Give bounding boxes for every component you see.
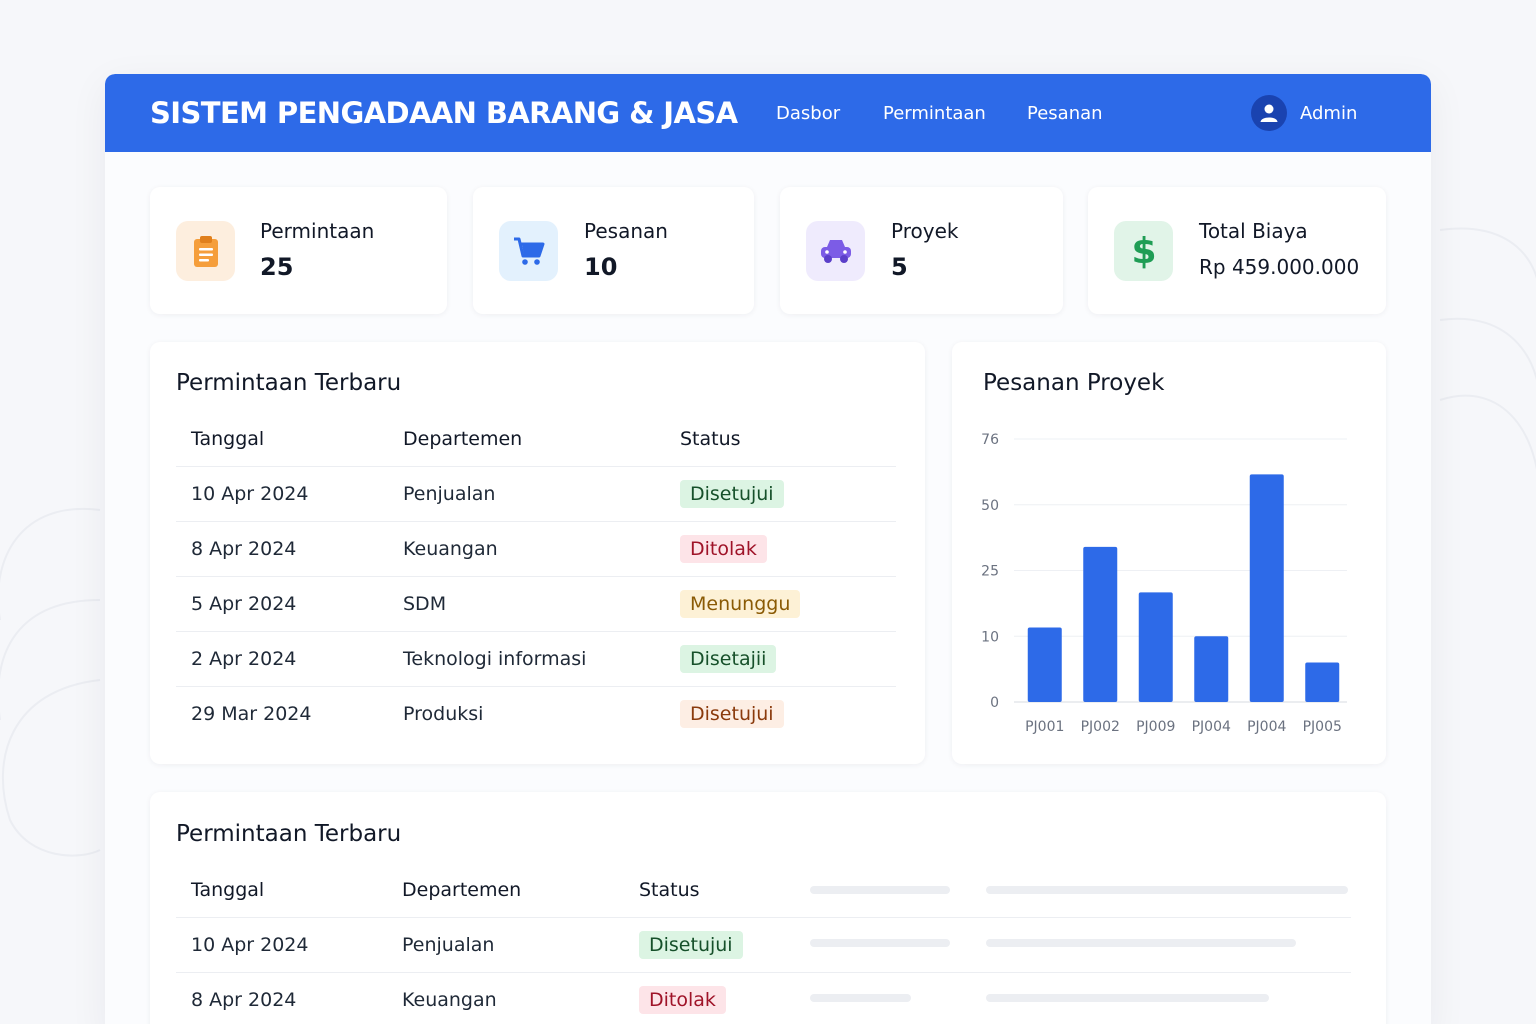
table-row[interactable]: 8 Apr 2024 Keuangan Ditolak (176, 520, 896, 576)
nav-pesanan[interactable]: Pesanan (1027, 103, 1103, 124)
section-title: Permintaan Terbaru (176, 370, 402, 396)
bar[interactable] (1138, 592, 1173, 702)
user-menu[interactable]: Admin (1251, 95, 1357, 131)
app-window: SISTEM PENGADAAN BARANG & JASA Dasbor Pe… (105, 74, 1431, 1024)
recent-requests-card: Permintaan Terbaru Tanggal Departemen St… (150, 342, 925, 764)
y-tick-label: 0 (990, 695, 999, 711)
x-tick-label: PJ005 (1303, 719, 1342, 735)
skeleton-placeholder (810, 939, 950, 947)
stat-value: Rp 459.000.000 (1199, 255, 1360, 279)
stat-value: 25 (260, 253, 294, 281)
cell-status: Disetujui (665, 465, 896, 521)
nav-dasbor[interactable]: Dasbor (776, 103, 840, 124)
status-badge: Disetujui (639, 930, 743, 959)
y-tick-label: 50 (981, 498, 999, 514)
section-title: Permintaan Terbaru (176, 821, 402, 847)
cell-department: Keuangan (388, 520, 665, 576)
x-tick-label: PJ001 (1025, 719, 1064, 735)
bar[interactable] (1194, 636, 1229, 702)
stat-label: Total Biaya (1199, 219, 1308, 243)
table-row[interactable]: 29 Mar 2024 Produksi Disetujui (176, 685, 896, 741)
x-tick-label: PJ004 (1247, 719, 1286, 735)
svg-text:$: $ (1131, 232, 1156, 270)
recent-requests-table: Tanggal Departemen Status 10 Apr 2024 Pe… (176, 412, 896, 741)
bar[interactable] (1083, 546, 1118, 702)
bar[interactable] (1249, 474, 1284, 702)
cell-department: SDM (388, 575, 665, 631)
cell-status: Disetajii (665, 630, 896, 686)
stat-card-permintaan[interactable]: Permintaan 25 (150, 187, 447, 314)
cell-department: Produksi (388, 685, 665, 741)
cell-department: Teknologi informasi (388, 630, 665, 686)
clipboard-icon (176, 221, 235, 281)
nav-permintaan[interactable]: Permintaan (883, 103, 986, 124)
car-icon (806, 221, 865, 281)
cell-status: Disetujui (665, 685, 896, 741)
cell-department: Penjualan (387, 916, 624, 972)
stat-value: 10 (584, 253, 618, 281)
x-tick-label: PJ004 (1192, 719, 1231, 735)
table-row[interactable]: 5 Apr 2024 SDM Menunggu (176, 575, 896, 631)
cell-date: 2 Apr 2024 (176, 630, 388, 686)
skeleton-placeholder (986, 886, 1348, 894)
top-navbar: SISTEM PENGADAAN BARANG & JASA Dasbor Pe… (105, 74, 1431, 152)
cell-department: Penjualan (388, 465, 665, 521)
y-tick-label: 76 (981, 432, 999, 448)
user-name: Admin (1300, 102, 1358, 124)
stat-label: Pesanan (584, 219, 668, 243)
bar[interactable] (1305, 662, 1340, 702)
stat-value: 5 (891, 253, 908, 281)
y-tick-label: 25 (981, 564, 999, 580)
table-row[interactable]: 2 Apr 2024 Teknologi informasi Disetajii (176, 630, 896, 686)
status-badge: Ditolak (680, 534, 767, 563)
user-avatar-icon (1251, 95, 1287, 131)
dollar-icon: $ (1114, 221, 1173, 281)
table-header-row: Tanggal Departemen Status (176, 412, 896, 466)
cell-date: 8 Apr 2024 (176, 971, 387, 1024)
cell-date: 8 Apr 2024 (176, 520, 388, 576)
stat-label: Proyek (891, 219, 959, 243)
cell-department: Keuangan (387, 971, 624, 1024)
status-badge: Ditolak (639, 985, 726, 1014)
bar[interactable] (1027, 627, 1062, 702)
cell-status: Menunggu (665, 575, 896, 631)
status-badge: Disetujui (680, 699, 784, 728)
x-tick-label: PJ009 (1136, 719, 1175, 735)
cell-date: 29 Mar 2024 (176, 685, 388, 741)
table-row[interactable]: 10 Apr 2024 Penjualan Disetujui (176, 465, 896, 521)
app-brand: SISTEM PENGADAAN BARANG & JASA (150, 96, 738, 130)
stat-label: Permintaan (260, 219, 375, 243)
column-header: Tanggal (191, 427, 265, 450)
stat-card-pesanan[interactable]: Pesanan 10 (473, 187, 754, 314)
skeleton-placeholder (810, 994, 911, 1002)
stat-card-proyek[interactable]: Proyek 5 (780, 187, 1063, 314)
status-badge: Menunggu (680, 589, 801, 618)
column-header: Departemen (403, 427, 523, 450)
column-header: Status (680, 427, 741, 450)
y-tick-label: 10 (981, 629, 999, 645)
column-header: Tanggal (191, 878, 265, 901)
skeleton-placeholder (810, 886, 950, 894)
project-orders-chart-card: Pesanan Proyek 0 10 25 50 76 PJ001 PJ002 PJ009 P… (952, 342, 1386, 764)
status-badge: Disetajii (680, 644, 777, 673)
recent-requests-card-2: Permintaan Terbaru Tanggal Departemen St… (150, 792, 1386, 1024)
bar-chart: 0 10 25 50 76 PJ001 PJ002 PJ009 PJ004 PJ004 PJ005 (981, 432, 1347, 735)
cell-date: 10 Apr 2024 (176, 465, 388, 521)
skeleton-placeholder (986, 939, 1296, 947)
status-badge: Disetujui (680, 479, 784, 508)
stat-card-total-biaya[interactable]: $ Total Biaya Rp 459.000.000 (1088, 187, 1386, 314)
x-tick-label: PJ002 (1081, 719, 1120, 735)
cell-status: Ditolak (665, 520, 896, 576)
cell-date: 5 Apr 2024 (176, 575, 388, 631)
cart-icon (499, 221, 558, 281)
column-header: Departemen (402, 878, 522, 901)
skeleton-placeholder (986, 994, 1269, 1002)
cell-date: 10 Apr 2024 (176, 916, 387, 972)
